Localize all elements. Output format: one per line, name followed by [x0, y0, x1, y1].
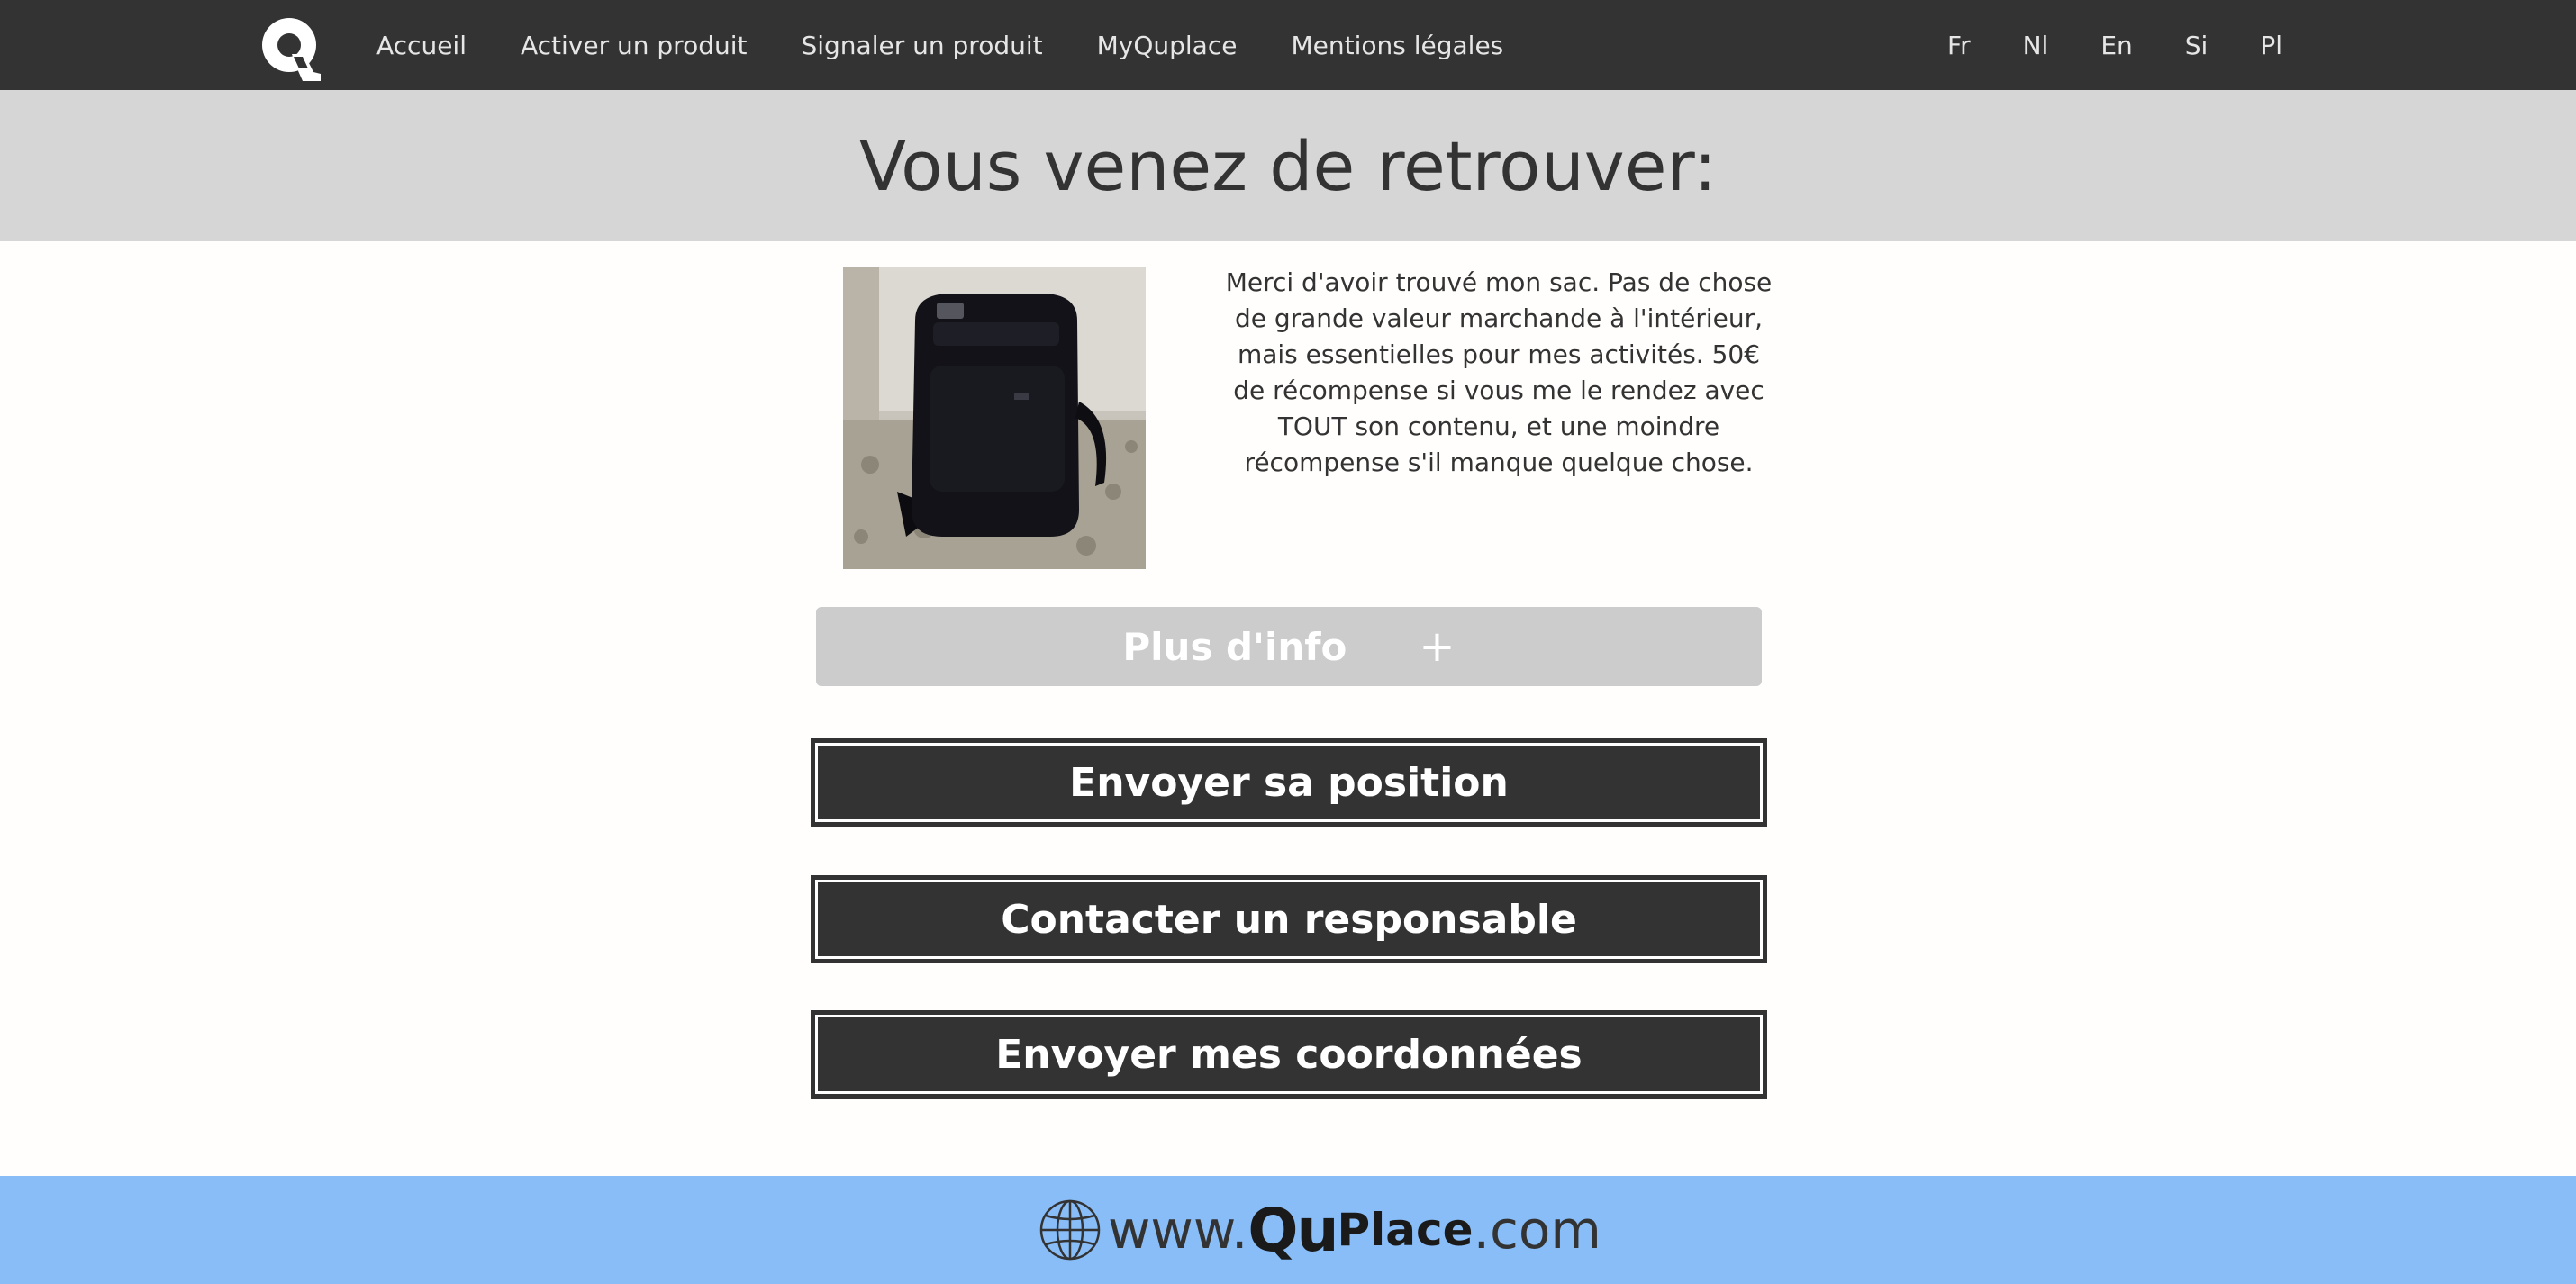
- send-position-button[interactable]: Envoyer sa position: [811, 738, 1767, 827]
- nav-link-myquplace[interactable]: MyQuplace: [1097, 31, 1238, 60]
- lang-nl[interactable]: Nl: [2023, 31, 2049, 60]
- send-details-label: Envoyer mes coordonnées: [815, 1015, 1763, 1094]
- contact-manager-button[interactable]: Contacter un responsable: [811, 875, 1767, 963]
- title-band: Vous venez de retrouver:: [0, 90, 2576, 241]
- send-details-button[interactable]: Envoyer mes coordonnées: [811, 1010, 1767, 1099]
- quplace-logo-icon[interactable]: [258, 14, 324, 81]
- nav-link-signaler-produit[interactable]: Signaler un produit: [801, 31, 1042, 60]
- footer-website-link[interactable]: www. Qu Place .com: [1038, 1195, 1601, 1265]
- lang-fr[interactable]: Fr: [1947, 31, 1971, 60]
- more-info-toggle[interactable]: Plus d'info +: [816, 607, 1762, 686]
- nav-link-accueil[interactable]: Accueil: [376, 31, 467, 60]
- send-position-label: Envoyer sa position: [815, 743, 1763, 822]
- lang-si[interactable]: Si: [2185, 31, 2209, 60]
- footer-www: www.: [1108, 1199, 1248, 1261]
- lang-pl[interactable]: Pl: [2260, 31, 2282, 60]
- footer: www. Qu Place .com: [0, 1176, 2576, 1284]
- footer-com: .com: [1473, 1199, 1601, 1261]
- page-title: Vous venez de retrouver:: [858, 125, 1717, 206]
- plus-icon: +: [1419, 621, 1456, 672]
- main-nav: Accueil Activer un produit Signaler un p…: [376, 0, 1557, 90]
- nav-link-mentions-legales[interactable]: Mentions légales: [1291, 31, 1503, 60]
- top-navbar: Accueil Activer un produit Signaler un p…: [0, 0, 2576, 90]
- language-switcher: Fr Nl En Si Pl: [1947, 0, 2335, 90]
- backpack-photo-icon: [843, 267, 1146, 569]
- globe-icon: [1039, 1199, 1101, 1261]
- footer-brand-qu: Qu: [1247, 1195, 1338, 1265]
- nav-link-activer-produit[interactable]: Activer un produit: [521, 31, 748, 60]
- more-info-label: Plus d'info: [1122, 624, 1347, 669]
- product-photo: [843, 267, 1146, 569]
- product-description: Merci d'avoir trouvé mon sac. Pas de cho…: [1225, 267, 1773, 477]
- footer-brand-place: Place: [1337, 1204, 1474, 1256]
- contact-manager-label: Contacter un responsable: [815, 880, 1763, 959]
- lang-en[interactable]: En: [2100, 31, 2132, 60]
